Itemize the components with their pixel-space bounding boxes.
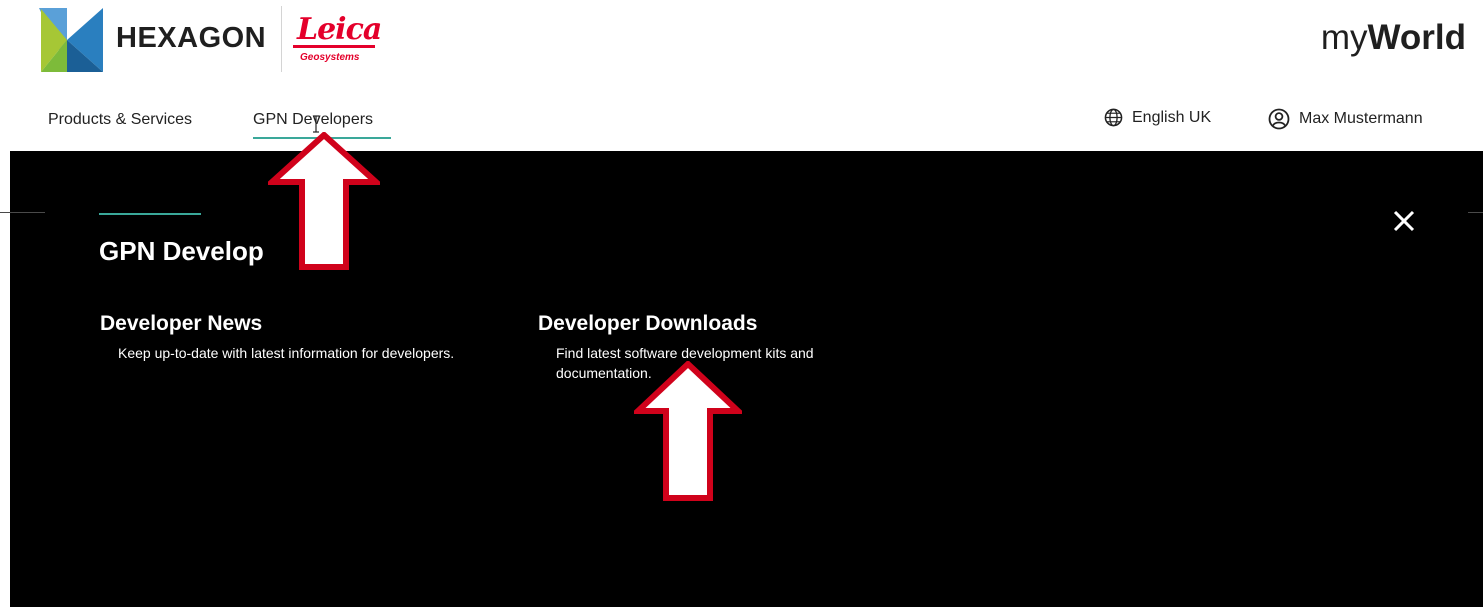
app-title-bold: World — [1367, 18, 1466, 57]
leica-logo-underline — [293, 45, 375, 48]
nav-item-products-services[interactable]: Products & Services — [48, 111, 192, 129]
hexagon-brand-text: HEXAGON — [116, 22, 267, 54]
developer-news-link[interactable]: Developer News — [100, 312, 262, 336]
site-header: HEXAGON Leica Geosystems myWorld Product… — [0, 0, 1483, 151]
panel-title: GPN Develop — [99, 236, 264, 266]
globe-icon — [1104, 108, 1123, 127]
user-name: Max Mustermann — [1299, 110, 1423, 127]
language-selector[interactable]: English UK — [1104, 108, 1211, 127]
language-label: English UK — [1132, 108, 1212, 126]
arrow-up-icon — [268, 132, 380, 270]
logo-divider — [281, 6, 282, 72]
developer-downloads-link[interactable]: Developer Downloads — [538, 312, 757, 336]
developer-news-description: Keep up-to-date with latest information … — [118, 345, 455, 361]
user-menu[interactable]: Max Mustermann — [1268, 108, 1423, 130]
panel-edge-line-left — [0, 212, 45, 213]
text-cursor-icon — [313, 115, 319, 133]
app-title[interactable]: myWorld — [1321, 18, 1466, 58]
arrow-up-icon — [634, 361, 742, 501]
leica-logo-subtext: Geosystems — [300, 52, 360, 63]
leica-logo-text: Leica — [297, 12, 382, 47]
close-icon[interactable] — [1391, 208, 1417, 234]
app-title-light: my — [1320, 18, 1368, 57]
user-icon — [1268, 108, 1290, 130]
panel-title-accent — [99, 213, 201, 215]
panel-edge-line-right — [1468, 212, 1483, 213]
hexagon-logo-icon[interactable] — [37, 6, 105, 74]
